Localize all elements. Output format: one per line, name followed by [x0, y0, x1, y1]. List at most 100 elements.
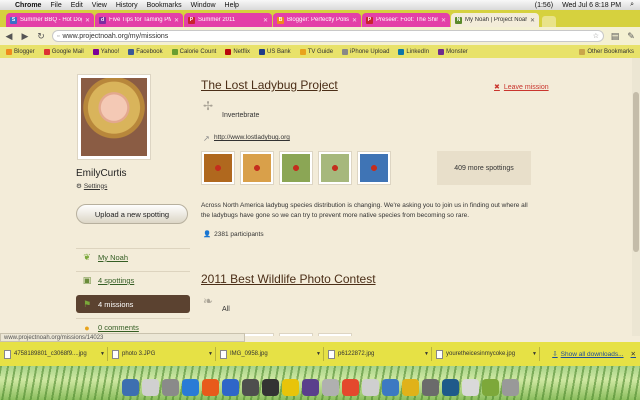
sidebar-item[interactable]: ⚑ 4 missions [76, 295, 190, 313]
address-bar[interactable]: ▫ www.projectnoah.org/my/missions ☆ [52, 30, 604, 42]
dock-app-icon[interactable] [161, 378, 179, 396]
close-icon[interactable]: ✕ [631, 350, 636, 358]
wrench-icon[interactable]: ✎ [626, 31, 636, 42]
sidebar-item[interactable]: ❦ My Noah [76, 248, 190, 266]
bookmark-item[interactable]: Facebook [128, 48, 163, 55]
dock-shelf [0, 378, 640, 396]
tab-close-icon[interactable]: ✕ [174, 17, 179, 24]
browser-tab[interactable]: B Blogger: Perfectly Polishe ✕ [273, 13, 361, 27]
download-item[interactable]: 4758189801_c3068f9....jpg ▼ [4, 347, 108, 361]
download-item[interactable]: IMG_0958.jpg ▼ [220, 347, 324, 361]
tab-close-icon[interactable]: ✕ [352, 17, 357, 24]
clock[interactable]: Wed Jul 6 8:18 PM [562, 2, 621, 9]
chevron-down-icon[interactable]: ▼ [316, 351, 321, 357]
page-menu-icon[interactable]: ▤ [610, 31, 620, 42]
dock-app-icon[interactable] [201, 378, 219, 396]
spotting-thumbnail[interactable] [240, 333, 274, 336]
back-icon[interactable]: ◀ [4, 31, 14, 42]
spotting-thumbnail[interactable] [279, 333, 313, 336]
spotting-thumbnail[interactable] [201, 151, 235, 185]
scroll-thumb[interactable] [633, 92, 639, 252]
menu-edit[interactable]: Edit [71, 2, 83, 9]
mission-title-2[interactable]: 2011 Best Wildlife Photo Contest [201, 272, 376, 286]
battery-status[interactable]: (1:56) [535, 2, 553, 9]
tab-close-icon[interactable]: ✕ [263, 17, 268, 24]
menu-bookmarks[interactable]: Bookmarks [147, 2, 182, 9]
tab-close-icon[interactable]: ✕ [85, 17, 90, 24]
chevron-down-icon[interactable]: ▼ [532, 351, 537, 357]
spotting-thumbnail[interactable] [357, 151, 391, 185]
bookmark-item[interactable]: Calorie Count [171, 48, 216, 55]
browser-tab[interactable]: N My Noah | Project Noah ✕ [451, 13, 539, 27]
spotting-thumbnail[interactable] [318, 333, 352, 336]
new-tab-button[interactable] [542, 16, 556, 27]
browser-tab[interactable]: d Five Tips for Taming PMS ✕ [95, 13, 183, 27]
menu-file[interactable]: File [50, 2, 61, 9]
bookmark-item[interactable]: LinkedIn [398, 48, 429, 55]
username[interactable]: EmilyCurtis [76, 168, 127, 179]
chevron-down-icon[interactable]: ▼ [208, 351, 213, 357]
bookmark-item[interactable]: US Bank [259, 48, 291, 55]
star-icon[interactable]: ☆ [593, 32, 599, 40]
browser-tab[interactable]: SSummer BBQ - Hot Dog S✕ [6, 13, 94, 27]
dock-app-icon[interactable] [421, 378, 439, 396]
dock-app-icon[interactable] [221, 378, 239, 396]
browser-tab[interactable]: P Summer 2011 ✕ [184, 13, 272, 27]
dock-app-icon[interactable] [401, 378, 419, 396]
dock-app-icon[interactable] [341, 378, 359, 396]
chevron-down-icon[interactable]: ▼ [424, 351, 429, 357]
bookmark-item[interactable]: iPhone Upload [342, 48, 389, 55]
mission-title[interactable]: The Lost Ladybug Project [201, 78, 338, 92]
chevron-down-icon[interactable]: ▼ [100, 351, 105, 357]
menu-history[interactable]: History [116, 2, 138, 9]
bookmark-item[interactable]: Yahoo! [92, 48, 119, 55]
bookmark-item[interactable]: Google Mail [43, 48, 84, 55]
bookmark-item[interactable]: Monster [438, 48, 468, 55]
download-item[interactable]: youretheicesinmycoke.jpg ▼ [436, 347, 540, 361]
menu-app-name[interactable]: Chrome [15, 2, 41, 9]
dock-app-icon[interactable] [441, 378, 459, 396]
vertical-scrollbar[interactable] [632, 58, 640, 336]
dock-app-icon[interactable] [321, 378, 339, 396]
dock-app-icon[interactable] [301, 378, 319, 396]
page-icon: ▫ [57, 32, 60, 40]
dock [0, 366, 640, 400]
leave-mission-link[interactable]: ✖ Leave mission [494, 83, 549, 92]
dock-app-icon[interactable] [241, 378, 259, 396]
dock-app-icon[interactable] [121, 378, 139, 396]
settings-link[interactable]: ⚙ Settings [76, 182, 107, 191]
reload-icon[interactable]: ↻ [36, 31, 46, 42]
other-bookmarks[interactable]: Other Bookmarks [579, 48, 634, 55]
bookmark-item[interactable]: TV Guide [299, 48, 333, 55]
dock-app-icon[interactable] [361, 378, 379, 396]
spotting-thumbnail[interactable] [240, 151, 274, 185]
dock-app-icon[interactable] [381, 378, 399, 396]
bookmark-item[interactable]: Netflix [225, 48, 250, 55]
more-spottings-button[interactable]: 409 more spottings [437, 151, 531, 185]
dock-app-icon[interactable] [141, 378, 159, 396]
menu-help[interactable]: Help [225, 2, 239, 9]
spotting-thumbnail[interactable] [279, 151, 313, 185]
spotlight-icon[interactable]: ⌕ [630, 1, 634, 9]
dock-app-icon[interactable] [461, 378, 479, 396]
bookmark-item[interactable]: Blogger [6, 48, 35, 55]
dock-app-icon[interactable] [501, 378, 519, 396]
mission-website-link[interactable]: http://www.lostladybug.org [214, 134, 290, 141]
tab-close-icon[interactable]: ✕ [441, 17, 446, 24]
dock-app-icon[interactable] [181, 378, 199, 396]
menu-window[interactable]: Window [191, 2, 216, 9]
dock-app-icon[interactable] [481, 378, 499, 396]
forward-icon[interactable]: ▶ [20, 31, 30, 42]
browser-tab[interactable]: PPreseer: Foot: The Shirt Dr✕ [362, 13, 450, 27]
upload-spotting-button[interactable]: Upload a new spotting [76, 204, 188, 224]
menu-view[interactable]: View [92, 2, 107, 9]
dock-app-icon[interactable] [281, 378, 299, 396]
avatar[interactable] [81, 78, 147, 156]
download-item[interactable]: p6122872.jpg ▼ [328, 347, 432, 361]
show-all-downloads-link[interactable]: ⇩ Show all downloads... ✕ [552, 350, 636, 359]
download-item[interactable]: photo 3.JPG ▼ [112, 347, 216, 361]
spotting-thumbnail[interactable] [318, 151, 352, 185]
dock-app-icon[interactable] [261, 378, 279, 396]
sidebar-item[interactable]: ▣ 4 spottings [76, 271, 190, 289]
tab-close-icon[interactable]: ✕ [530, 17, 535, 24]
